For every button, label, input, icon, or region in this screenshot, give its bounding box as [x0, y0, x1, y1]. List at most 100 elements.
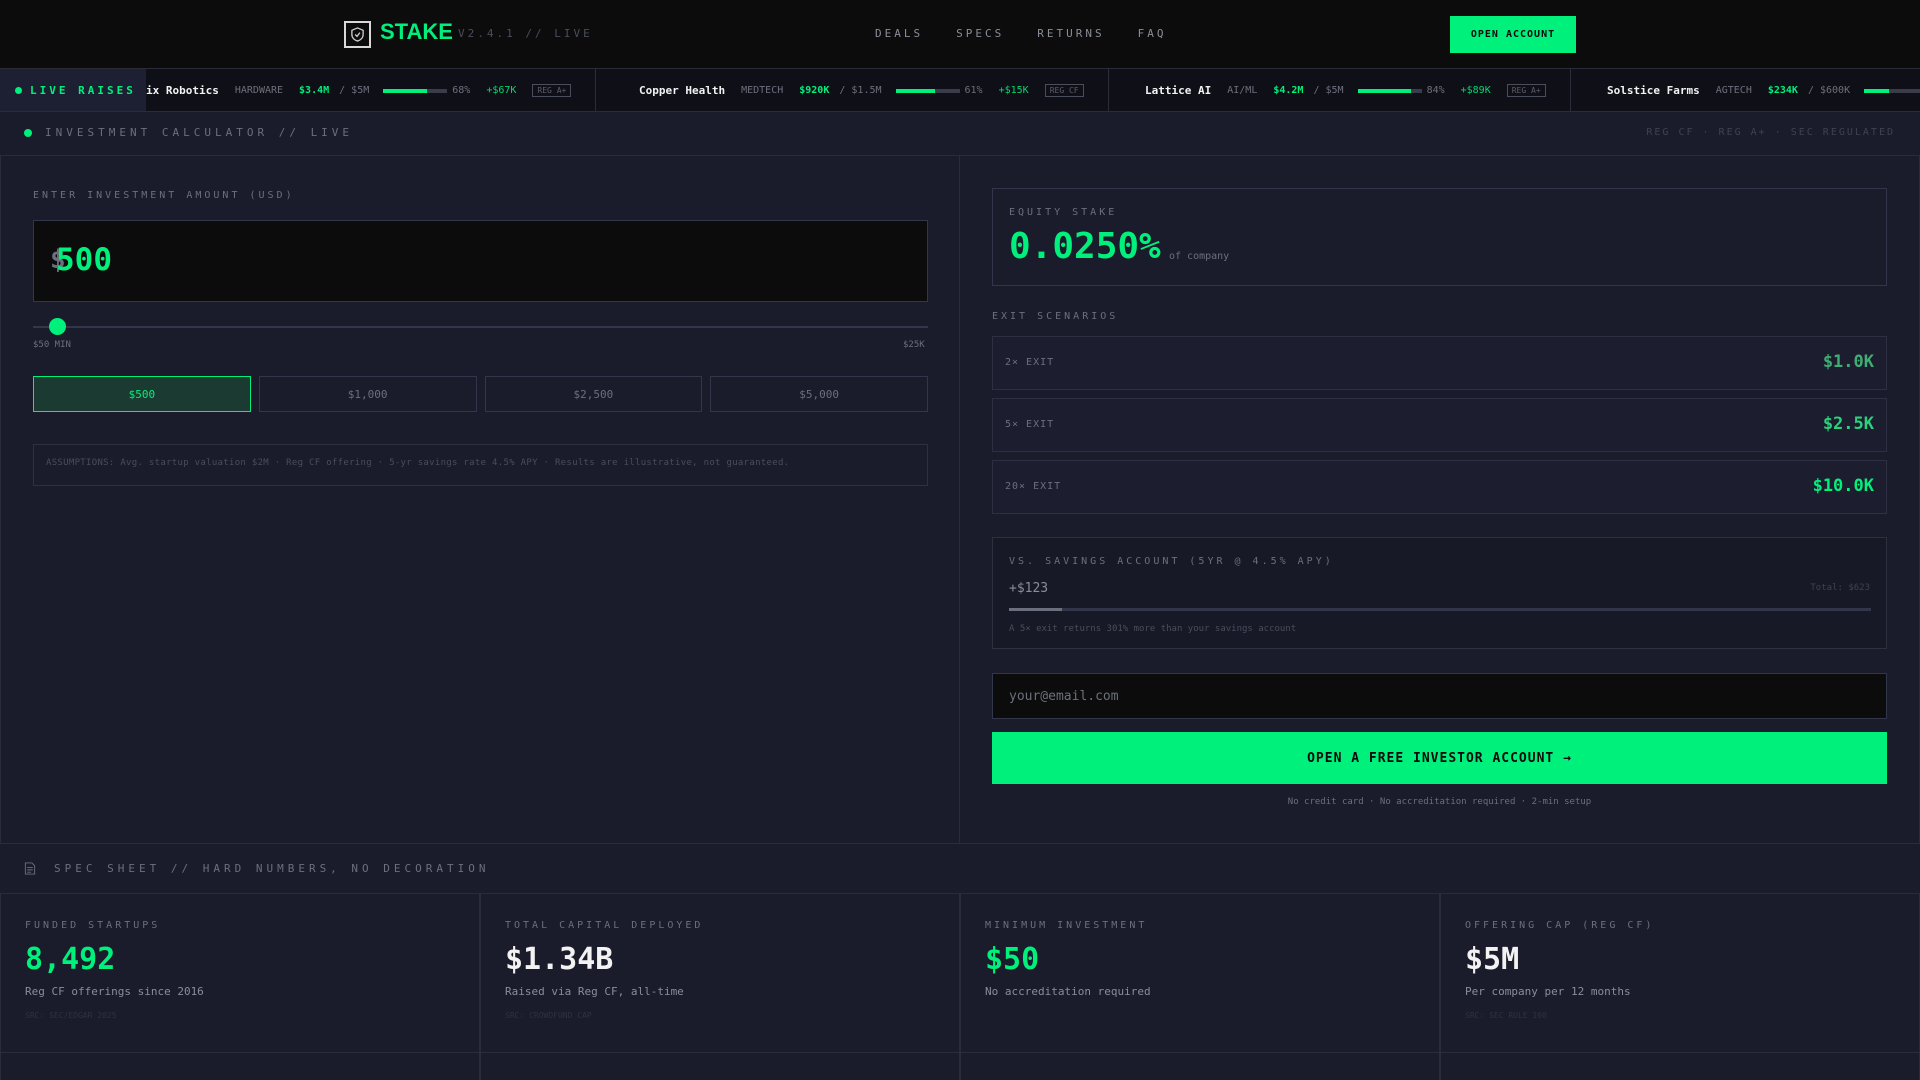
stat-value: $5M [1465, 942, 1520, 977]
stat-card [480, 1053, 960, 1080]
ticker-delta: +$15K [998, 85, 1029, 96]
savings-gain: +$123 [1009, 581, 1049, 596]
slider-min-label: $50 MIN [33, 340, 71, 350]
ticker-sector: AGTECH [1715, 85, 1752, 96]
stat-card [1440, 1053, 1920, 1080]
document-icon [24, 862, 36, 875]
savings-progress-bar [1009, 608, 1871, 611]
ticker-goal: / $1.5M [839, 85, 882, 96]
live-raises-ticker: LIVE RAISES ix Robotics HARDWARE $3.4M /… [0, 69, 1920, 112]
exit-scenarios-label: EXIT SCENARIOS [992, 311, 1119, 322]
stat-desc: Per company per 12 months [1465, 985, 1631, 998]
nav-specs[interactable]: SPECS [956, 27, 1004, 40]
ticker-percent: 68% [452, 85, 471, 96]
open-investor-account-button[interactable]: OPEN A FREE INVESTOR ACCOUNT → [992, 732, 1887, 784]
calculator-title-text: INVESTMENT CALCULATOR // LIVE [45, 126, 354, 139]
stat-card [0, 1053, 480, 1080]
ticker-company: Solstice Farms [1607, 84, 1700, 97]
amount-slider-thumb[interactable] [49, 318, 67, 335]
ticker-item[interactable]: Lattice AI AI/ML $4.2M / $5M 84% +$89K R… [1145, 69, 1571, 111]
exit-row: 20× EXIT $10.0K [992, 460, 1887, 514]
spec-sheet-title: SPEC SHEET // HARD NUMBERS, NO DECORATIO… [24, 862, 490, 875]
ticker-raised: $234K [1767, 85, 1798, 96]
ticker-progress-bar [383, 88, 448, 93]
equity-value: 0.0250% [1009, 226, 1161, 267]
savings-note: A 5× exit returns 301% more than your sa… [1009, 624, 1297, 634]
stat-label: OFFERING CAP (REG CF) [1465, 920, 1655, 931]
stat-value: 8,492 [25, 942, 116, 977]
ticker-progress-bar [895, 88, 960, 93]
live-raises-label: LIVE RAISES [0, 69, 146, 111]
open-account-button[interactable]: OPEN ACCOUNT [1450, 16, 1576, 53]
ticker-progress-bar [1864, 88, 1920, 93]
nav-faq[interactable]: FAQ [1138, 27, 1167, 40]
ticker-item[interactable]: Solstice Farms AGTECH $234K / $600K [1607, 69, 1920, 111]
nav-deals[interactable]: DEALS [875, 27, 923, 40]
shield-icon[interactable] [344, 21, 371, 48]
spec-stats-row: FUNDED STARTUPS 8,492 Reg CF offerings s… [0, 894, 1920, 1052]
calculator-input-panel: ENTER INVESTMENT AMOUNT (USD) $ $50 MIN … [0, 156, 960, 843]
preset-500-button[interactable]: $500 [33, 376, 251, 412]
assumptions-note: ASSUMPTIONS: Avg. startup valuation $2M … [33, 444, 928, 486]
stat-card: MINIMUM INVESTMENT $50 No accreditation … [960, 894, 1440, 1052]
live-raises-text: LIVE RAISES [30, 84, 136, 97]
ticker-sector: AI/ML [1227, 85, 1258, 96]
live-dot-icon [24, 128, 32, 137]
calculator-results-panel: EQUITY STAKE 0.0250% of company EXIT SCE… [960, 156, 1920, 843]
stat-card: OFFERING CAP (REG CF) $5M Per company pe… [1440, 894, 1920, 1052]
ticker-item[interactable]: ix Robotics HARDWARE $3.4M / $5M 68% +$6… [146, 69, 597, 111]
ticker-raised: $3.4M [299, 85, 330, 96]
stat-label: FUNDED STARTUPS [25, 920, 161, 931]
version-label: V2.4.1 // LIVE [458, 27, 593, 40]
ticker-company: ix Robotics [146, 84, 219, 97]
ticker-goal: / $5M [1313, 85, 1344, 96]
calculator-header: INVESTMENT CALCULATOR // LIVE REG CF · R… [0, 112, 1920, 156]
brand-name[interactable]: STAKE [380, 19, 453, 45]
regulation-note: REG CF · REG A+ · SEC REGULATED [1646, 127, 1895, 138]
preset-1000-button[interactable]: $1,000 [258, 376, 477, 412]
ticker-progress-bar [1357, 88, 1422, 93]
preset-2500-button[interactable]: $2,500 [484, 376, 703, 412]
savings-total: Total: $623 [1810, 583, 1870, 593]
exit-value: $10.0K [1812, 476, 1874, 496]
stat-label: MINIMUM INVESTMENT [985, 920, 1148, 931]
stat-card: TOTAL CAPITAL DEPLOYED $1.34B Raised via… [480, 894, 960, 1052]
email-field[interactable] [992, 673, 1887, 719]
equity-label: EQUITY STAKE [1009, 207, 1118, 218]
shield-icon-graphic [351, 27, 364, 42]
stat-desc: Raised via Reg CF, all-time [505, 985, 684, 998]
equity-sub: of company [1169, 251, 1230, 262]
ticker-reg-badge: REG A+ [532, 84, 572, 97]
equity-stake-card: EQUITY STAKE 0.0250% of company [992, 188, 1887, 286]
ticker-company: Lattice AI [1145, 84, 1212, 97]
amount-input[interactable] [56, 242, 456, 278]
top-header: STAKE V2.4.1 // LIVE DEALS SPECS RETURNS… [0, 0, 1920, 69]
spec-sheet-header: SPEC SHEET // HARD NUMBERS, NO DECORATIO… [0, 843, 1920, 894]
stat-desc: No accreditation required [985, 985, 1151, 998]
amount-input-box[interactable]: $ [33, 220, 928, 302]
nav-returns[interactable]: RETURNS [1037, 27, 1104, 40]
stat-source: SRC: CROWDFUND CAP [505, 1011, 592, 1020]
ticker-raised: $920K [799, 85, 830, 96]
exit-value: $1.0K [1822, 352, 1874, 372]
fine-print: No credit card · No accreditation requir… [1287, 797, 1592, 807]
ticker-raised: $4.2M [1273, 85, 1304, 96]
preset-5000-button[interactable]: $5,000 [710, 376, 928, 412]
stat-desc: Reg CF offerings since 2016 [25, 985, 204, 998]
ticker-item[interactable]: Copper Health MEDTECH $920K / $1.5M 61% … [639, 69, 1109, 111]
stat-label: TOTAL CAPITAL DEPLOYED [505, 920, 704, 931]
savings-comparison-card: VS. SAVINGS ACCOUNT (5YR @ 4.5% APY) +$1… [992, 537, 1887, 649]
ticker-percent: 61% [964, 85, 983, 96]
ticker-goal: / $600K [1807, 85, 1851, 96]
exit-multiple: 5× EXIT [1005, 419, 1055, 430]
stat-source: SRC: SEC/EDGAR 2025 [25, 1011, 117, 1020]
ticker-sector: MEDTECH [741, 85, 784, 96]
slider-max-label: $25K [903, 340, 925, 350]
stat-card [960, 1053, 1440, 1080]
stat-value: $50 [985, 942, 1040, 977]
ticker-company: Copper Health [639, 84, 726, 97]
amount-slider-track[interactable] [33, 326, 928, 328]
exit-row: 2× EXIT $1.0K [992, 336, 1887, 390]
amount-label: ENTER INVESTMENT AMOUNT (USD) [33, 190, 295, 201]
stat-card: FUNDED STARTUPS 8,492 Reg CF offerings s… [0, 894, 480, 1052]
